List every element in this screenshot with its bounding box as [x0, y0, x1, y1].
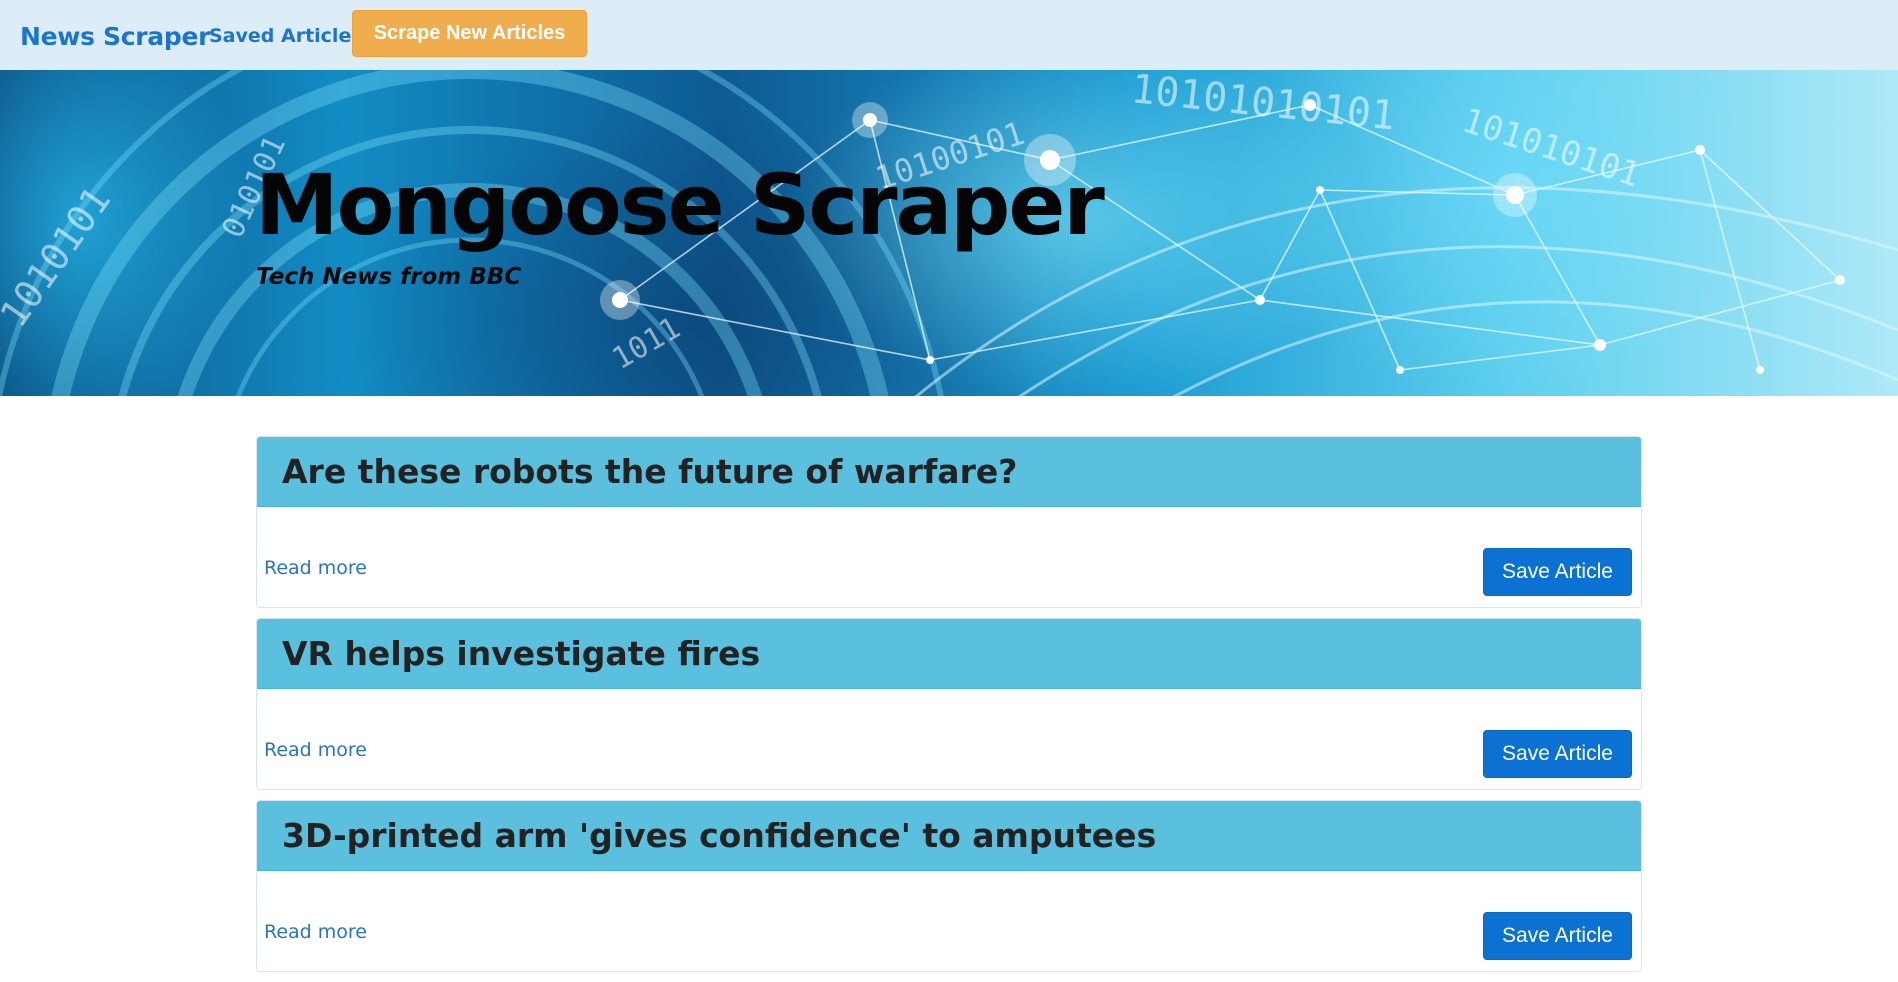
article-card-heading: VR helps investigate fires: [257, 619, 1641, 689]
article-card: Are these robots the future of warfare? …: [256, 436, 1642, 608]
article-card: VR helps investigate fires Read more Sav…: [256, 618, 1642, 790]
article-card-heading: Are these robots the future of warfare?: [257, 437, 1641, 507]
read-more-link[interactable]: Read more: [264, 739, 367, 761]
svg-text:1011: 1011: [607, 310, 687, 376]
scrape-new-articles-button[interactable]: Scrape New Articles: [352, 10, 587, 57]
saved-articles-link[interactable]: Saved Articles: [209, 25, 363, 47]
save-article-button[interactable]: Save Article: [1483, 730, 1632, 778]
svg-text:10101010101: 10101010101: [1129, 70, 1397, 140]
article-card-body: Read more Save Article: [257, 871, 1641, 971]
page-title: Mongoose Scraper: [255, 156, 1105, 254]
svg-text:1010101: 1010101: [0, 179, 119, 335]
article-card-body: Read more Save Article: [257, 689, 1641, 789]
article-list: Are these robots the future of warfare? …: [256, 436, 1642, 982]
article-title: 3D-printed arm 'gives confidence' to amp…: [282, 816, 1157, 855]
read-more-link[interactable]: Read more: [264, 557, 367, 579]
page-subtitle: Tech News from BBC: [256, 264, 522, 290]
hero-banner: 10101010101 101010101 10100101 1010101 0…: [0, 70, 1898, 396]
article-card-heading: 3D-printed arm 'gives confidence' to amp…: [257, 801, 1641, 871]
save-article-button[interactable]: Save Article: [1483, 912, 1632, 960]
save-article-button[interactable]: Save Article: [1483, 548, 1632, 596]
navbar: News Scraper Saved Articles Scrape New A…: [0, 0, 1898, 70]
brand-link[interactable]: News Scraper: [20, 22, 210, 51]
read-more-link[interactable]: Read more: [264, 921, 367, 943]
article-card-body: Read more Save Article: [257, 507, 1641, 607]
article-card: 3D-printed arm 'gives confidence' to amp…: [256, 800, 1642, 972]
article-title: VR helps investigate fires: [282, 634, 761, 673]
article-title: Are these robots the future of warfare?: [282, 452, 1018, 491]
